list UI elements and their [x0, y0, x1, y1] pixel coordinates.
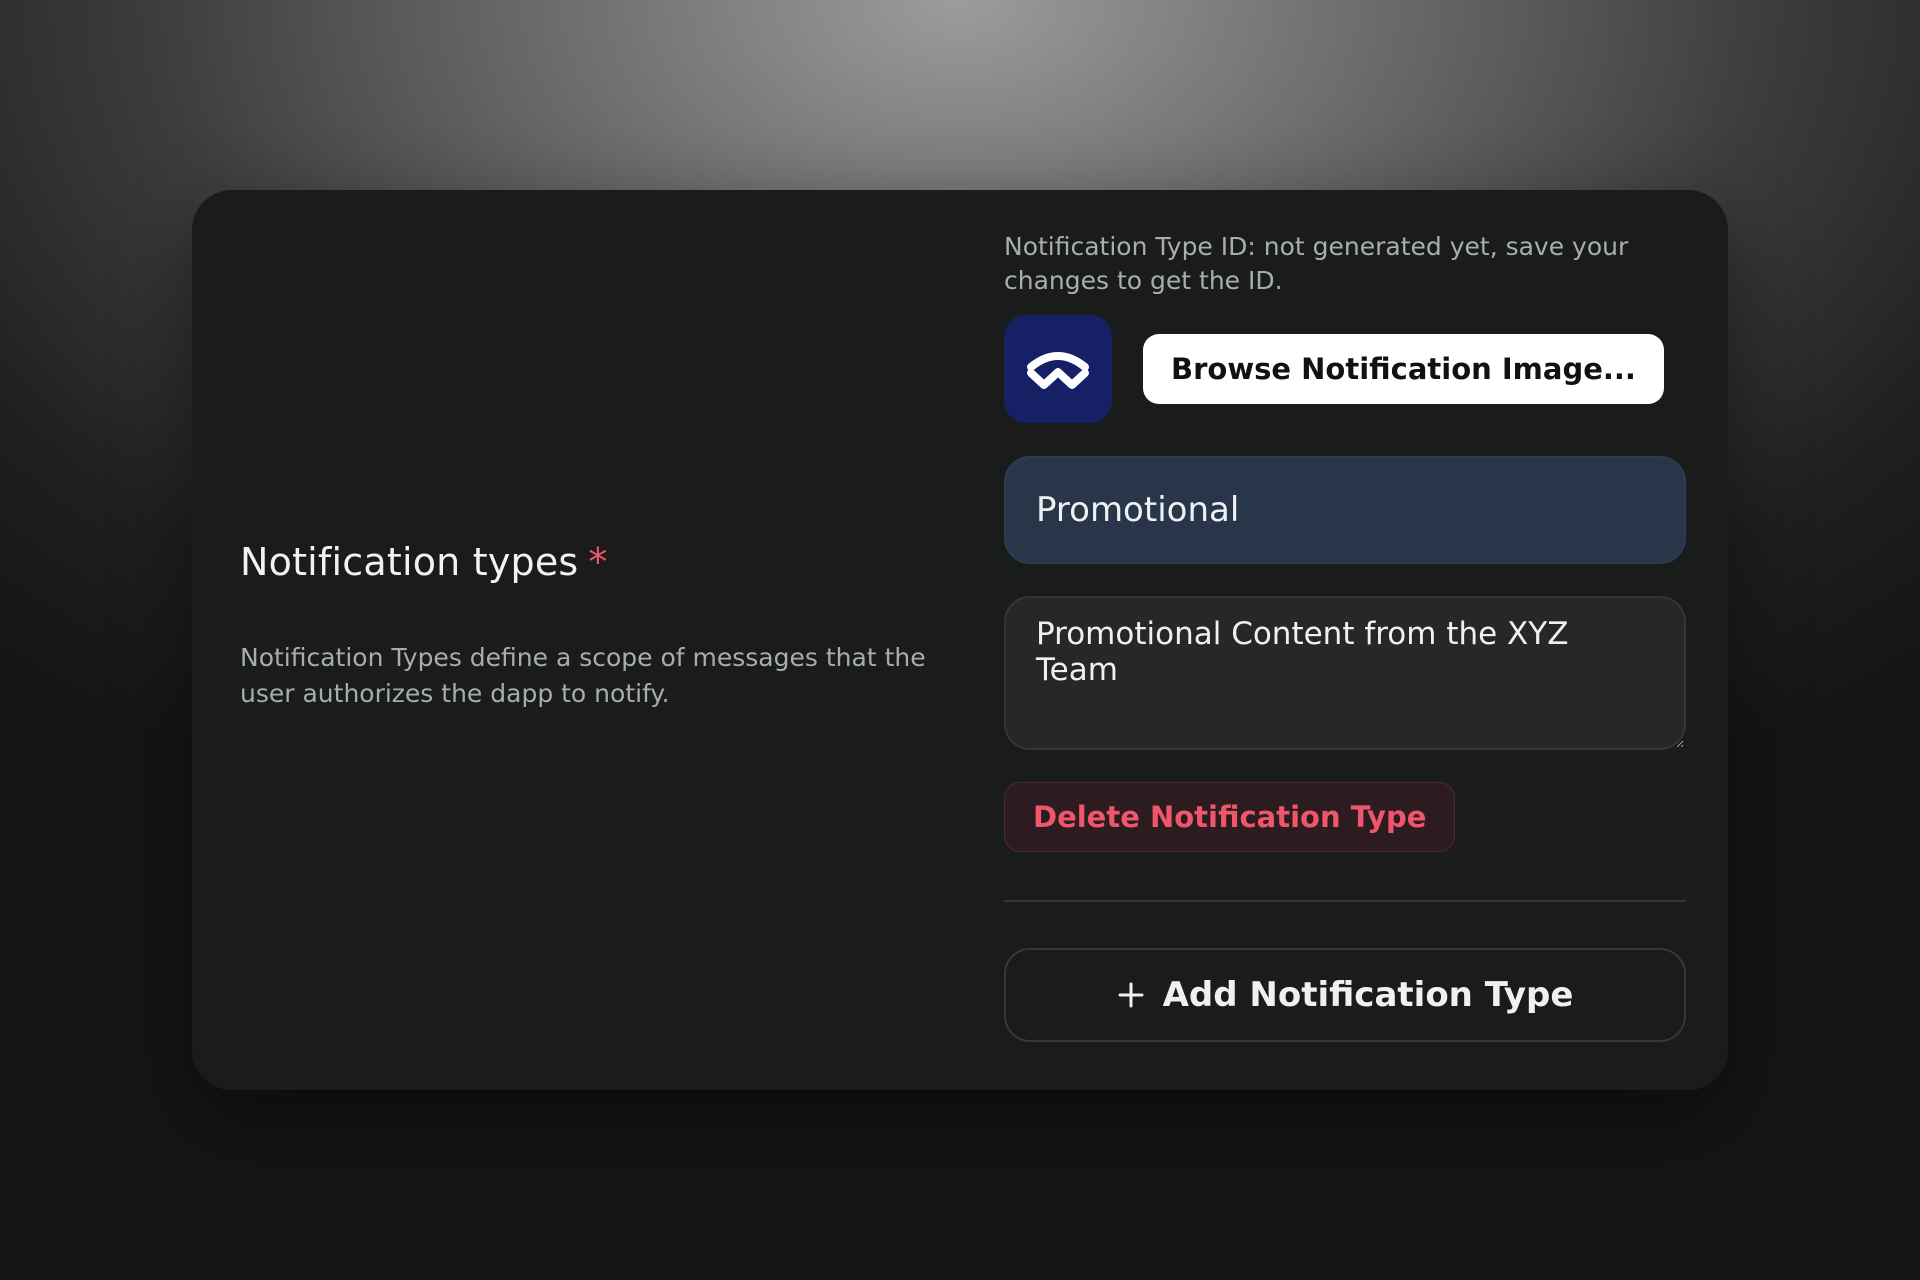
delete-notification-type-button[interactable]: Delete Notification Type	[1004, 782, 1456, 852]
section-title-text: Notification types	[240, 540, 579, 584]
notification-image-row: Browse Notification Image...	[1004, 314, 1686, 424]
notification-type-description-input[interactable]: Promotional Content from the XYZ Team	[1004, 596, 1686, 750]
required-marker: *	[588, 540, 608, 584]
notification-types-card: Notification types * Notification Types d…	[192, 190, 1728, 1090]
add-notification-type-label: Add Notification Type	[1162, 975, 1574, 1015]
section-description: Notification Types define a scope of mes…	[240, 643, 926, 708]
section-title: Notification types *	[240, 540, 608, 584]
section-info: Notification types * Notification Types d…	[240, 190, 970, 1090]
notification-type-editor: Notification Type ID: not generated yet,…	[1004, 230, 1686, 1042]
walletconnect-logo-icon	[1027, 352, 1089, 389]
browse-notification-image-button[interactable]: Browse Notification Image...	[1143, 334, 1664, 404]
add-notification-type-button[interactable]: Add Notification Type	[1004, 948, 1686, 1042]
notification-type-name-input[interactable]	[1004, 456, 1686, 564]
plus-icon	[1117, 981, 1145, 1009]
notification-image-preview	[1004, 315, 1112, 423]
divider	[1004, 900, 1686, 902]
notification-type-id-text: Notification Type ID: not generated yet,…	[1004, 232, 1629, 295]
